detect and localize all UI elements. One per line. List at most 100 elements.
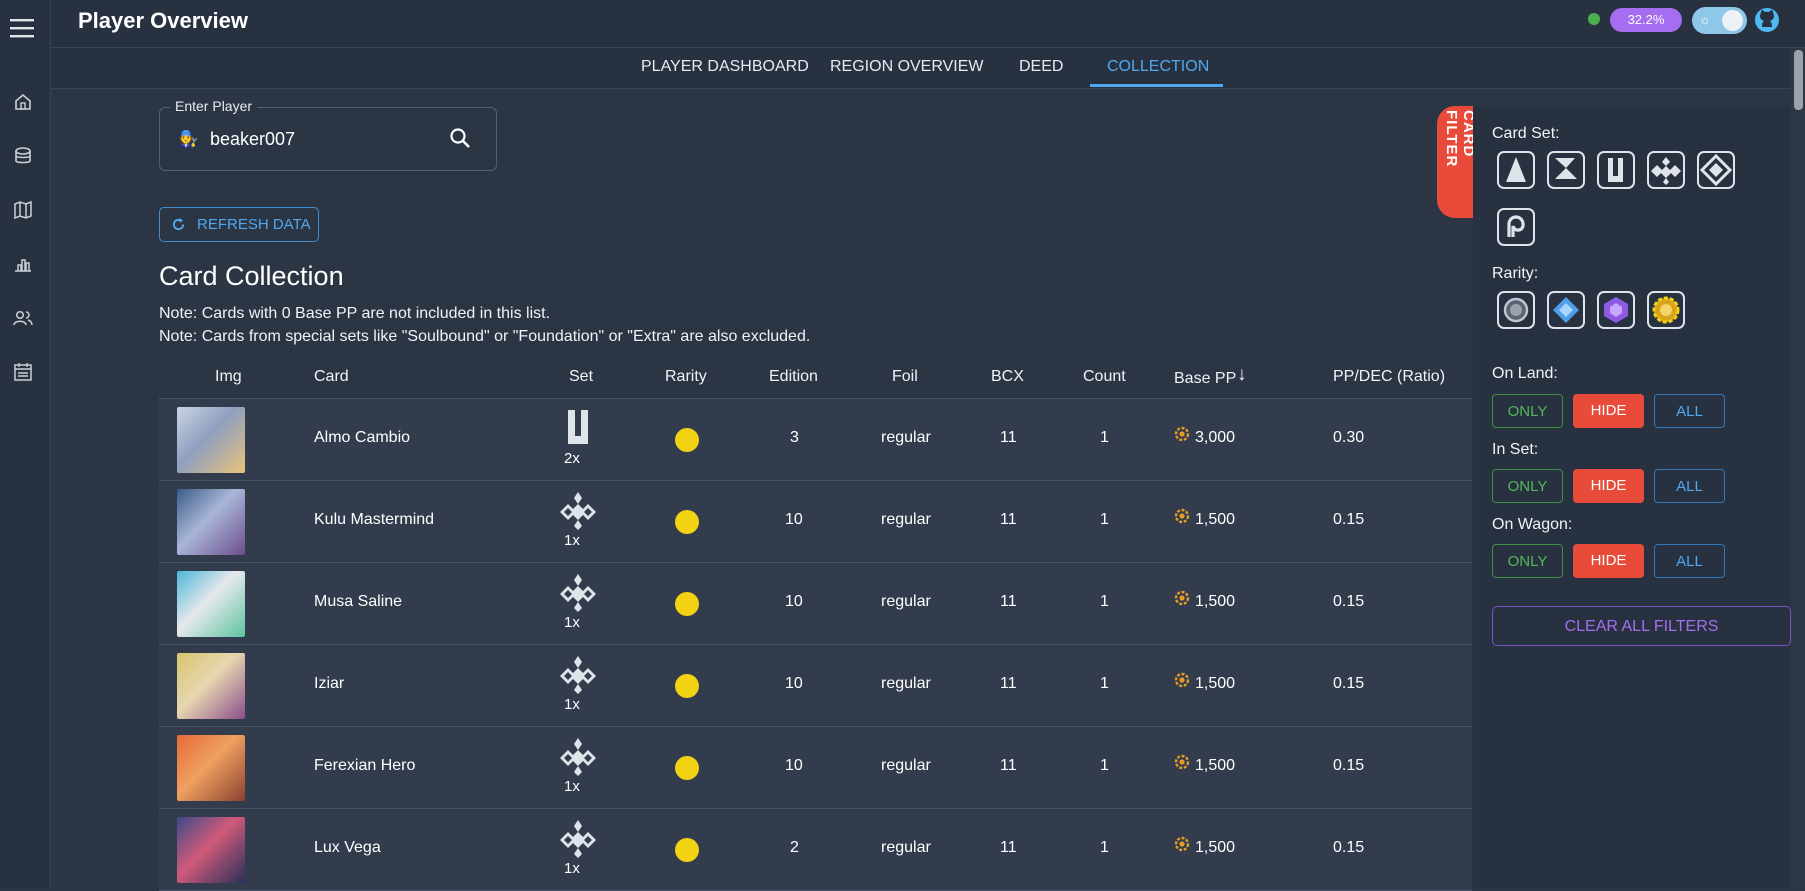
set-count: 1x <box>564 778 580 795</box>
search-icon[interactable] <box>448 126 472 150</box>
toggle-knob <box>1722 10 1743 31</box>
col-edition[interactable]: Edition <box>769 368 818 386</box>
tab-deed[interactable]: DEED <box>1019 58 1063 76</box>
set-count: 1x <box>564 614 580 631</box>
count: 1 <box>1100 675 1109 692</box>
table-row[interactable]: Lux Vega 1x 2 regular 11 1 1,500 0.15 <box>159 809 1472 891</box>
set-filter-conclave[interactable] <box>1497 208 1535 246</box>
on-wagon-all-button[interactable]: ALL <box>1654 544 1725 578</box>
pp-dec-ratio: 0.15 <box>1333 675 1365 692</box>
scrollbar-thumb[interactable] <box>1794 50 1803 110</box>
in-set-hide-button[interactable]: HIDE <box>1573 469 1644 503</box>
on-land-hide-button[interactable]: HIDE <box>1573 394 1644 428</box>
edition: 10 <box>785 757 803 774</box>
table-row[interactable]: Almo Cambio 2x 3 regular 11 1 3,000 0.30 <box>159 399 1472 481</box>
note-2: Note: Cards from special sets like "Soul… <box>159 328 811 345</box>
legendary-rarity-icon <box>675 428 699 452</box>
bar-chart-icon[interactable] <box>13 254 33 274</box>
legendary-rarity-icon <box>675 838 699 862</box>
bcx: 11 <box>1000 429 1017 446</box>
power-icon <box>1174 508 1190 524</box>
tab-collection[interactable]: COLLECTION <box>1107 58 1209 76</box>
database-icon[interactable] <box>13 146 33 166</box>
on-wagon-only-button[interactable]: ONLY <box>1492 544 1563 578</box>
card-image <box>177 571 245 637</box>
set-filter-beta[interactable] <box>1547 151 1585 189</box>
table-row[interactable]: Ferexian Hero 1x 10 regular 11 1 1,500 0… <box>159 727 1472 809</box>
set-filter-rebellion[interactable] <box>1697 151 1735 189</box>
count: 1 <box>1100 511 1109 528</box>
clear-all-filters-button[interactable]: CLEAR ALL FILTERS <box>1492 606 1791 646</box>
base-pp: 1,500 <box>1195 675 1236 692</box>
set-filter-untamed[interactable] <box>1597 151 1635 189</box>
chaos-set-icon <box>560 574 596 612</box>
map-icon[interactable] <box>13 200 33 220</box>
rarity-filter-rare[interactable] <box>1547 291 1585 329</box>
col-base-pp[interactable]: Base PP <box>1174 370 1236 388</box>
player-input-label: Enter Player <box>170 98 258 114</box>
col-rarity[interactable]: Rarity <box>665 368 707 386</box>
col-bcx[interactable]: BCX <box>991 368 1024 386</box>
count: 1 <box>1100 839 1109 856</box>
legendary-rarity-icon <box>1652 296 1680 324</box>
scrollbar[interactable] <box>1791 48 1805 889</box>
chaos-set-icon <box>1651 157 1681 185</box>
base-pp: 1,500 <box>1195 757 1236 774</box>
on-land-only-button[interactable]: ONLY <box>1492 394 1563 428</box>
table-row[interactable]: Kulu Mastermind 1x 10 regular 11 1 1,500… <box>159 481 1472 563</box>
home-icon[interactable] <box>13 92 33 112</box>
pp-dec-ratio: 0.30 <box>1333 429 1365 446</box>
foil: regular <box>881 757 931 774</box>
rarity-filter-epic[interactable] <box>1597 291 1635 329</box>
player-input[interactable]: Enter Player 🧑‍🔧 beaker007 <box>159 98 497 171</box>
col-set[interactable]: Set <box>569 368 593 386</box>
legendary-rarity-icon <box>675 674 699 698</box>
users-icon[interactable] <box>13 308 33 328</box>
set-filter-alpha[interactable] <box>1497 151 1535 189</box>
card-image <box>177 817 245 883</box>
count: 1 <box>1100 757 1109 774</box>
rebellion-set-icon <box>1699 153 1733 187</box>
theme-toggle[interactable]: ☼ <box>1692 7 1747 34</box>
on-wagon-hide-button[interactable]: HIDE <box>1573 544 1644 578</box>
power-icon <box>1174 426 1190 442</box>
in-set-all-button[interactable]: ALL <box>1654 469 1725 503</box>
set-filter-chaos[interactable] <box>1647 151 1685 189</box>
in-set-only-button[interactable]: ONLY <box>1492 469 1563 503</box>
card-image <box>177 489 245 555</box>
tab-player-dashboard[interactable]: PLAYER DASHBOARD <box>641 58 809 76</box>
menu-icon[interactable] <box>10 18 34 38</box>
power-icon <box>1174 754 1190 770</box>
bcx: 11 <box>1000 511 1017 528</box>
rarity-filter-legendary[interactable] <box>1647 291 1685 329</box>
github-icon[interactable] <box>1754 7 1780 33</box>
pp-dec-ratio: 0.15 <box>1333 839 1365 856</box>
col-card[interactable]: Card <box>314 368 349 386</box>
table-row[interactable]: Musa Saline 1x 10 regular 11 1 1,500 0.1… <box>159 563 1472 645</box>
col-foil[interactable]: Foil <box>892 368 918 386</box>
col-pp-dec-ratio[interactable]: PP/DEC (Ratio) <box>1333 368 1445 386</box>
table-row[interactable]: Iziar 1x 10 regular 11 1 1,500 0.15 <box>159 645 1472 727</box>
bcx: 11 <box>1000 757 1017 774</box>
status-indicator <box>1588 13 1600 25</box>
bcx: 11 <box>1000 675 1017 692</box>
on-land-all-button[interactable]: ALL <box>1654 394 1725 428</box>
rarity-filter-common[interactable] <box>1497 291 1535 329</box>
card-filter-tab[interactable]: CARD FILTER <box>1437 106 1477 218</box>
col-img: Img <box>215 368 242 385</box>
calendar-icon[interactable] <box>13 362 33 382</box>
count: 1 <box>1100 593 1109 610</box>
top-app-bar: Player Overview 32.2% ☼ <box>51 0 1805 48</box>
foil: regular <box>881 511 931 528</box>
col-count[interactable]: Count <box>1083 368 1126 386</box>
bcx: 11 <box>1000 593 1017 610</box>
pp-dec-ratio: 0.15 <box>1333 757 1365 774</box>
tab-region-overview[interactable]: REGION OVERVIEW <box>830 58 984 76</box>
player-input-value[interactable]: beaker007 <box>210 129 295 150</box>
power-icon <box>1174 672 1190 688</box>
card-set-label: Card Set: <box>1492 125 1560 142</box>
chaos-set-icon <box>560 492 596 530</box>
chaos-set-icon <box>560 738 596 776</box>
sort-desc-icon[interactable]: ↓ <box>1237 364 1247 386</box>
refresh-data-button[interactable]: REFRESH DATA <box>159 207 319 242</box>
